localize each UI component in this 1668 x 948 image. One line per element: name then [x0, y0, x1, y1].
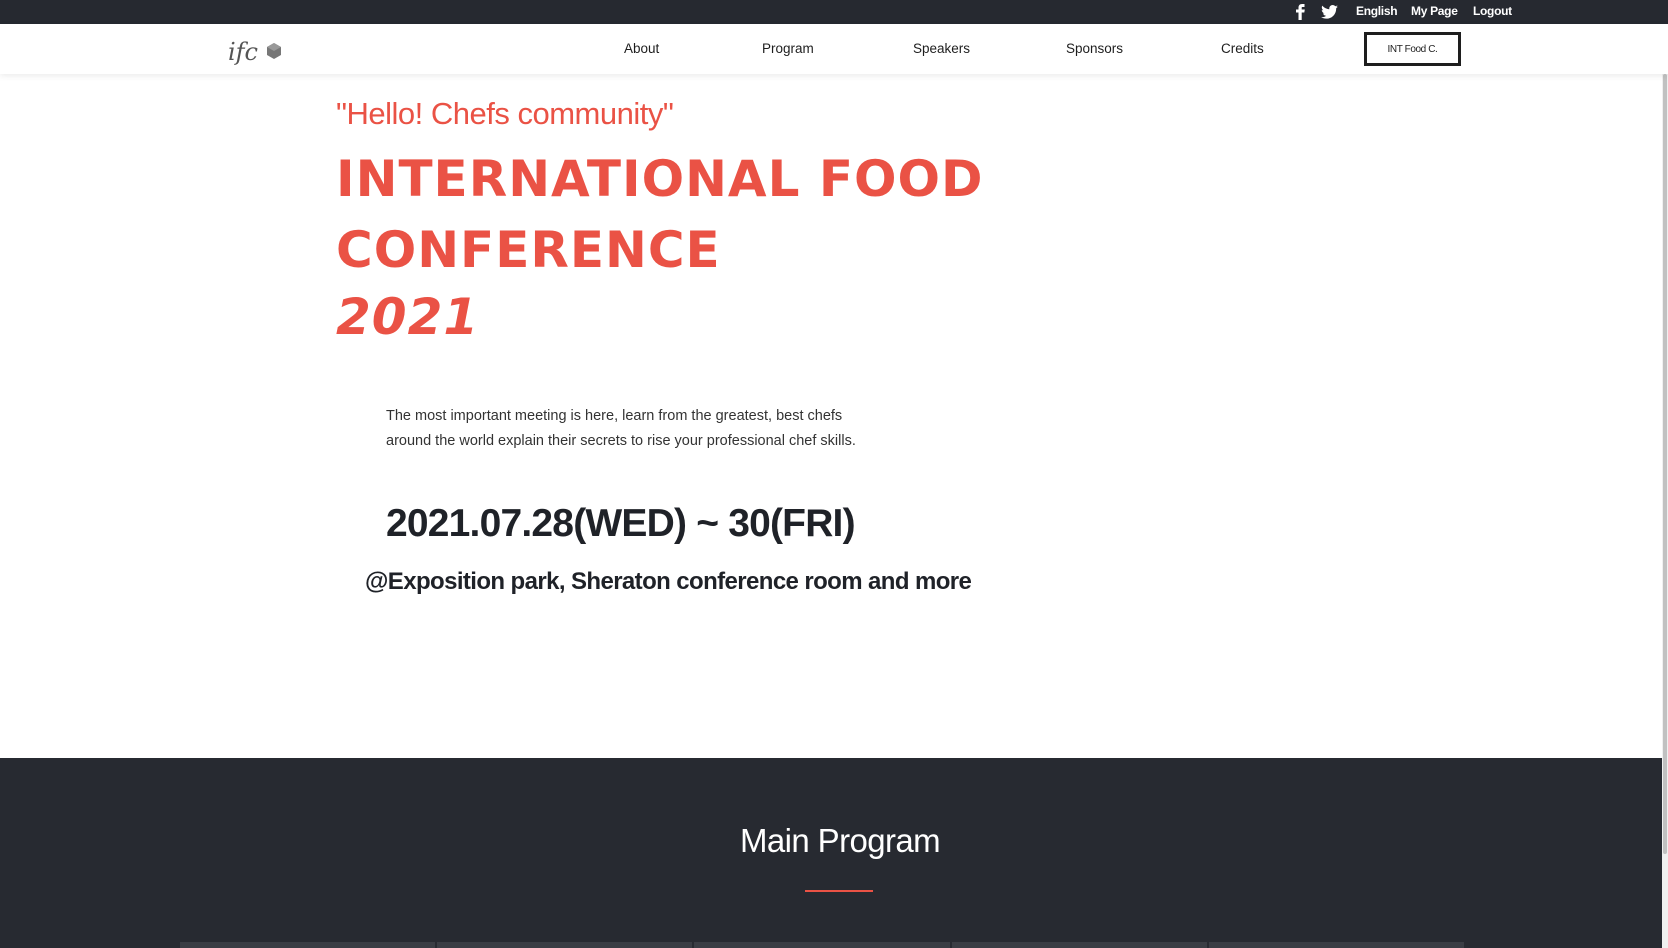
nav-speakers[interactable]: Speakers	[913, 41, 970, 56]
logout-link[interactable]: Logout	[1473, 4, 1512, 18]
utility-bar: English My Page Logout	[0, 0, 1668, 24]
hero-title-line-2: CONFERENCE	[336, 221, 721, 279]
section-title: Main Program	[739, 822, 941, 859]
nav-program[interactable]: Program	[762, 41, 814, 56]
hero-description-line-1: The most important meeting is here, lear…	[386, 408, 843, 424]
hero-description-line-2: around the world explain their secrets t…	[386, 433, 856, 449]
svg-text:ifc: ifc	[228, 38, 258, 66]
int-food-button[interactable]: INT Food C.	[1364, 32, 1461, 66]
event-date: 2021.07.28(WED) ~ 30(FRI)	[386, 502, 856, 545]
language-link[interactable]: English	[1356, 4, 1398, 18]
program-card[interactable]	[1208, 942, 1465, 948]
facebook-icon[interactable]	[1291, 3, 1309, 21]
program-card[interactable]	[180, 942, 436, 948]
main-nav: ifc About Program Speakers Sponsors Cred…	[0, 24, 1668, 74]
program-cards	[180, 942, 1465, 948]
site-logo[interactable]: ifc	[226, 30, 288, 70]
nav-credits[interactable]: Credits	[1221, 41, 1264, 56]
program-card[interactable]	[437, 942, 693, 948]
page: English My Page Logout ifc About Program…	[0, 0, 1668, 948]
my-page-link[interactable]: My Page	[1411, 4, 1458, 18]
scrollbar-thumb[interactable]	[1663, 74, 1667, 854]
nav-about[interactable]: About	[624, 41, 659, 56]
hero-section: "Hello! Chefs community" INTERNATIONAL F…	[0, 74, 1662, 758]
main-program-section: Main Program	[0, 758, 1662, 948]
title-underline	[805, 890, 873, 892]
program-card[interactable]	[694, 942, 950, 948]
twitter-icon[interactable]	[1320, 3, 1338, 21]
program-card[interactable]	[951, 942, 1207, 948]
hero-year: 2021	[336, 288, 480, 346]
hero-tagline: "Hello! Chefs community"	[336, 96, 674, 131]
nav-sponsors[interactable]: Sponsors	[1066, 41, 1123, 56]
hero-title-line-1: INTERNATIONAL FOOD	[336, 150, 984, 208]
event-venue: @Exposition park, Sheraton conference ro…	[365, 568, 972, 595]
hero-description: The most important meeting is here, lear…	[386, 404, 906, 454]
page-scrollbar[interactable]	[1662, 74, 1668, 948]
